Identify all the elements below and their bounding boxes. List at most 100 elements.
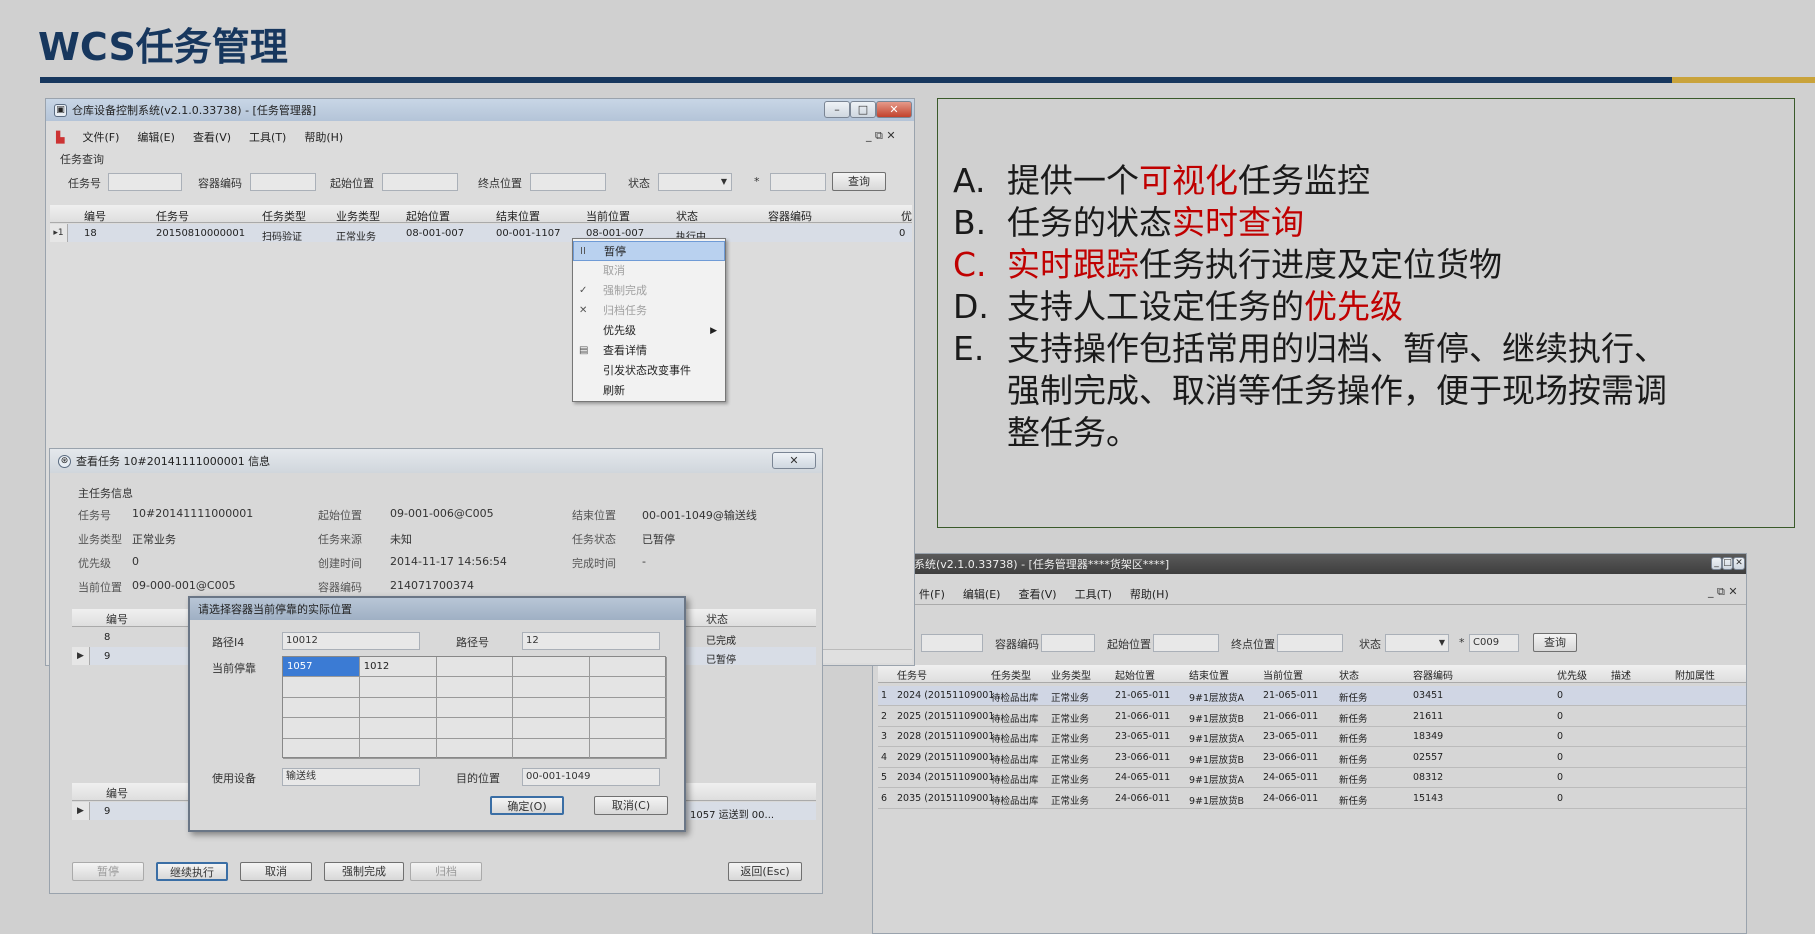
- menu-help[interactable]: 帮助(H): [1130, 586, 1169, 602]
- archive-button[interactable]: 归档: [410, 862, 482, 881]
- menu-edit[interactable]: 编辑(E): [137, 129, 175, 145]
- stop-grid-cell[interactable]: [513, 738, 591, 759]
- extra-input[interactable]: [770, 173, 826, 191]
- menu-item-details[interactable]: ▤ 查看详情: [573, 341, 725, 361]
- stop-grid-cell[interactable]: [513, 657, 591, 678]
- menu-item-cancel[interactable]: 取消: [573, 261, 725, 281]
- query-button[interactable]: 查询: [832, 172, 886, 191]
- stop-grid-cell[interactable]: [513, 718, 591, 739]
- menu-item-refresh[interactable]: 刷新: [573, 381, 725, 401]
- stop-grid-cell[interactable]: [436, 657, 514, 678]
- grid-header-cell[interactable]: 编号: [84, 208, 106, 224]
- stop-grid-cell[interactable]: [590, 697, 667, 719]
- start-input[interactable]: [382, 173, 458, 191]
- grid-header-cell[interactable]: 业务类型: [336, 208, 380, 224]
- stop-grid-cell[interactable]: [513, 677, 591, 698]
- resume-button[interactable]: 继续执行: [156, 862, 228, 881]
- back-button[interactable]: 返回(Esc): [728, 862, 802, 881]
- stop-grid-cell[interactable]: [283, 718, 360, 739]
- code-input[interactable]: C009: [1469, 634, 1519, 652]
- status-select[interactable]: ▼: [1385, 634, 1449, 652]
- grid-header-cell[interactable]: 附加属性: [1675, 667, 1715, 682]
- stop-grid-cell[interactable]: [590, 718, 667, 739]
- path-id-field[interactable]: 10012: [282, 632, 420, 650]
- grid-header-cell[interactable]: 任务号: [156, 208, 189, 224]
- stop-grid-cell[interactable]: [590, 677, 667, 698]
- stop-grid-cell[interactable]: 1057: [283, 657, 360, 678]
- maximize-button[interactable]: □: [1722, 557, 1733, 570]
- mdi-controls-icon[interactable]: _ ⧉ ✕: [866, 129, 896, 143]
- task-no-input[interactable]: [108, 173, 182, 191]
- grid-header-cell[interactable]: 业务类型: [1051, 667, 1091, 682]
- menu-item-force-complete[interactable]: ✓ 强制完成: [573, 281, 725, 301]
- stop-grid-cell[interactable]: [359, 697, 437, 719]
- target-field[interactable]: 00-001-1049: [522, 768, 660, 786]
- grid-header-cell[interactable]: 起始位置: [406, 208, 450, 224]
- menu-view[interactable]: 查看(V): [1018, 586, 1056, 602]
- stop-grid-cell[interactable]: [590, 738, 667, 759]
- grid-header-cell[interactable]: 任务类型: [262, 208, 306, 224]
- menu-edit[interactable]: 编辑(E): [963, 586, 1001, 602]
- stop-grid-cell[interactable]: [283, 677, 360, 698]
- menu-tools[interactable]: 工具(T): [1075, 586, 1112, 602]
- status-select[interactable]: ▼: [658, 173, 732, 191]
- menu-help[interactable]: 帮助(H): [304, 129, 343, 145]
- grid-header-cell[interactable]: 容器编码: [1413, 667, 1453, 682]
- task-no-input[interactable]: [921, 634, 983, 652]
- grid-header-cell[interactable]: 当前位置: [1263, 667, 1303, 682]
- grid-header-cell[interactable]: 描述: [1611, 667, 1631, 682]
- stop-grid-cell[interactable]: [359, 738, 437, 759]
- stop-grid-cell[interactable]: [359, 718, 437, 739]
- grid-header-cell[interactable]: 优先级: [1557, 667, 1587, 682]
- menu-item-archive[interactable]: ✕ 归档任务: [573, 301, 725, 321]
- grid-header-cell[interactable]: 状态: [676, 208, 698, 224]
- container-input[interactable]: [1041, 634, 1095, 652]
- menu-item-priority[interactable]: 优先级 ▶: [573, 321, 725, 341]
- menu-view[interactable]: 查看(V): [193, 129, 231, 145]
- grid-header-cell[interactable]: 结束位置: [496, 208, 540, 224]
- device-field[interactable]: 输送线: [282, 768, 420, 786]
- stop-grid-cell[interactable]: [436, 677, 514, 698]
- table-row-id[interactable]: 8: [104, 632, 110, 643]
- stop-grid-cell[interactable]: [359, 677, 437, 698]
- close-button[interactable]: ✕: [772, 452, 816, 469]
- grid-header-cell[interactable]: 容器编码: [768, 208, 812, 224]
- stop-grid-cell[interactable]: [283, 697, 360, 719]
- ok-button[interactable]: 确定(O): [490, 796, 564, 815]
- close-button[interactable]: ✕: [1733, 557, 1745, 570]
- grid-header-cell[interactable]: 状态: [1339, 667, 1359, 682]
- end-input[interactable]: [1277, 634, 1343, 652]
- menu-file[interactable]: 文件(F): [82, 129, 119, 145]
- path-no-field[interactable]: 12: [522, 632, 660, 650]
- minimize-button[interactable]: _: [1711, 557, 1722, 570]
- app-menu-icon[interactable]: ▙: [56, 131, 64, 144]
- start-input[interactable]: [1153, 634, 1219, 652]
- menu-file[interactable]: 件(F): [919, 586, 945, 602]
- menu-item-raise-event[interactable]: 引发状态改变事件: [573, 361, 725, 381]
- grid-header-cell[interactable]: 当前位置: [586, 208, 630, 224]
- menu-tools[interactable]: 工具(T): [249, 129, 286, 145]
- stop-grid-cell[interactable]: [436, 718, 514, 739]
- grid-header-cell[interactable]: 优: [901, 208, 912, 224]
- mdi-controls-icon[interactable]: _ ⧉ ✕: [1708, 585, 1738, 599]
- menu-item-pause[interactable]: II 暂停: [573, 241, 725, 261]
- stop-grid-cell[interactable]: 1012: [359, 657, 437, 678]
- grid-header-cell[interactable]: 任务类型: [991, 667, 1031, 682]
- grid-header-cell[interactable]: 起始位置: [1115, 667, 1155, 682]
- stop-grid-cell[interactable]: [436, 738, 514, 759]
- stop-grid-cell[interactable]: [513, 697, 591, 719]
- container-input[interactable]: [250, 173, 316, 191]
- grid-header-cell[interactable]: 任务号: [897, 667, 927, 682]
- query-button[interactable]: 查询: [1533, 633, 1577, 652]
- close-button[interactable]: ✕: [876, 101, 912, 118]
- minimize-button[interactable]: –: [824, 101, 850, 118]
- stop-grid-cell[interactable]: [436, 697, 514, 719]
- stop-grid-cell[interactable]: [283, 738, 360, 759]
- stop-grid-cell[interactable]: [590, 657, 667, 678]
- grid-header-cell[interactable]: 结束位置: [1189, 667, 1229, 682]
- end-input[interactable]: [530, 173, 606, 191]
- maximize-button[interactable]: □: [850, 101, 876, 118]
- cancel-button[interactable]: 取消: [240, 862, 312, 881]
- cancel-button[interactable]: 取消(C): [594, 796, 668, 815]
- pause-button[interactable]: 暂停: [72, 862, 144, 881]
